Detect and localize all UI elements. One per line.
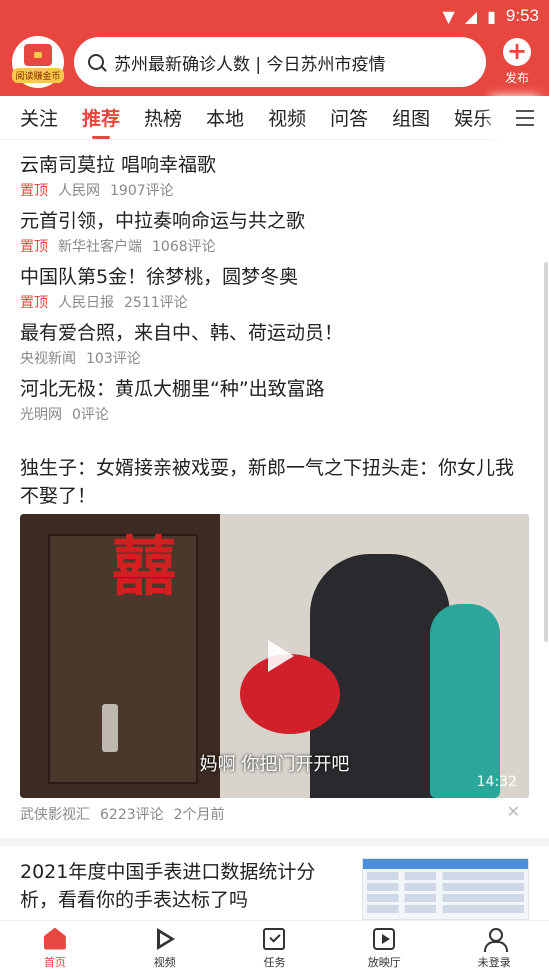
nav-label: 首页 <box>43 955 66 969</box>
nav-home[interactable]: 首页 <box>0 921 110 976</box>
status-bar: ▼ ◢ ▮ 9:53 <box>442 4 539 28</box>
video-meta: 武侠影视汇 6223评论 2个月前 ✕ <box>20 802 530 824</box>
publish-button[interactable]: + 发布 <box>497 38 537 86</box>
tab-entertainment[interactable]: 娱乐 <box>454 104 492 131</box>
cinema-icon <box>373 927 396 950</box>
news-title: 云南司莫拉 唱响幸福歌 <box>20 154 217 176</box>
dismiss-icon[interactable]: ✕ <box>507 802 520 821</box>
news-comments: 0评论 <box>72 407 109 423</box>
tab-follow[interactable]: 关注 <box>20 104 58 131</box>
list-item[interactable]: 河北无极：黄瓜大棚里“种”出致富路 光明网 0评论 <box>20 376 530 424</box>
pinned-badge: 置顶 <box>20 239 48 255</box>
tab-gallery[interactable]: 组图 <box>392 104 430 131</box>
list-item[interactable]: 中国队第5金！徐梦桃，圆梦冬奥 置顶 人民日报 2511评论 <box>20 264 530 312</box>
tab-local[interactable]: 本地 <box>206 104 244 131</box>
publish-label: 发布 <box>504 71 529 85</box>
news-source: 人民网 <box>58 183 100 199</box>
tab-recommend[interactable]: 推荐 <box>82 104 120 139</box>
nav-label: 未登录 <box>477 955 511 969</box>
nav-cinema[interactable]: 放映厅 <box>329 921 439 976</box>
article-thumbnail[interactable] <box>362 858 529 920</box>
nav-label: 任务 <box>263 955 286 969</box>
news-source: 央视新闻 <box>20 351 76 367</box>
news-comments: 2511评论 <box>124 295 188 311</box>
divider <box>0 838 549 846</box>
battery-icon: ▮ <box>487 6 496 26</box>
signal-icon: ◢ <box>464 6 478 26</box>
nav-label: 放映厅 <box>367 955 401 969</box>
news-source: 新华社客户端 <box>58 239 142 255</box>
scrollbar[interactable] <box>544 262 548 642</box>
news-title: 最有爱合照，来自中、韩、荷运动员！ <box>20 322 344 344</box>
list-item[interactable]: 最有爱合照，来自中、韩、荷运动员！ 央视新闻 103评论 <box>20 320 530 368</box>
status-time: 9:53 <box>505 6 539 25</box>
tab-hot[interactable]: 热榜 <box>144 104 182 131</box>
list-item[interactable]: 云南司莫拉 唱响幸福歌 置顶 人民网 1907评论 <box>20 152 530 200</box>
video-subtitle: 妈啊 你把门开开吧 <box>199 754 350 775</box>
wifi-icon: ▼ <box>442 6 455 26</box>
news-meta: 置顶 新华社客户端 1068评论 <box>20 236 530 256</box>
header-bar: ▼ ◢ ▮ 9:53 阅读赚金币 苏州最新确诊人数 | 今日苏州市疫情 + 发布 <box>0 0 549 96</box>
tab-qa[interactable]: 问答 <box>330 104 368 131</box>
logo-label: 阅读赚金币 <box>12 67 64 83</box>
task-checklist-icon <box>263 927 286 950</box>
news-meta: 光明网 0评论 <box>20 404 530 424</box>
xi-character: 囍 <box>112 531 176 605</box>
pinned-badge: 置顶 <box>20 295 48 311</box>
article-title[interactable]: 2021年度中国手表进口数据统计分析，看看你的手表达标了吗 <box>20 858 350 914</box>
news-title: 河北无极：黄瓜大棚里“种”出致富路 <box>20 378 325 400</box>
channel-tabs: 关注 推荐 热榜 本地 视频 问答 组图 娱乐 <box>0 96 549 140</box>
reward-logo-button[interactable]: 阅读赚金币 <box>12 36 64 88</box>
user-icon <box>483 927 509 952</box>
pinned-badge: 置顶 <box>20 183 48 199</box>
door-handle <box>102 704 118 752</box>
video-duration: 14:32 <box>476 774 517 790</box>
play-outline-icon <box>154 927 176 950</box>
video-player[interactable]: 囍 妈啊 你把门开开吧 14:32 <box>20 514 529 798</box>
nav-profile[interactable]: 未登录 <box>439 921 549 976</box>
channel-menu-icon[interactable] <box>501 96 549 140</box>
app-root: ▼ ◢ ▮ 9:53 阅读赚金币 苏州最新确诊人数 | 今日苏州市疫情 + 发布… <box>0 0 549 976</box>
search-hint: 苏州最新确诊人数 | 今日苏州市疫情 <box>114 54 386 75</box>
news-title: 元首引领，中拉奏响命运与共之歌 <box>20 210 306 232</box>
video-time: 2个月前 <box>173 807 225 823</box>
bottom-nav: 首页 视频 任务 放映厅 未登录 <box>0 920 549 976</box>
video-comments: 6223评论 <box>100 807 164 823</box>
play-icon[interactable] <box>258 636 298 676</box>
home-icon <box>43 927 66 950</box>
search-icon <box>88 54 104 70</box>
nav-video[interactable]: 视频 <box>110 921 220 976</box>
news-meta: 置顶 人民日报 2511评论 <box>20 292 530 312</box>
plus-icon: + <box>503 38 531 66</box>
news-title: 中国队第5金！徐梦桃，圆梦冬奥 <box>20 266 299 288</box>
treasure-chest-icon <box>24 43 52 66</box>
search-bar[interactable]: 苏州最新确诊人数 | 今日苏州市疫情 <box>74 37 486 87</box>
nav-label: 视频 <box>153 955 176 969</box>
news-meta: 置顶 人民网 1907评论 <box>20 180 530 200</box>
list-item[interactable]: 元首引领，中拉奏响命运与共之歌 置顶 新华社客户端 1068评论 <box>20 208 530 256</box>
video-post-title[interactable]: 独生子：女婿接亲被戏耍，新郎一气之下扭头走：你女儿我不娶了！ <box>20 454 532 510</box>
news-meta: 央视新闻 103评论 <box>20 348 530 368</box>
tab-video[interactable]: 视频 <box>268 104 306 131</box>
news-comments: 1907评论 <box>110 183 174 199</box>
nav-tasks[interactable]: 任务 <box>220 921 330 976</box>
news-source: 光明网 <box>20 407 62 423</box>
news-comments: 103评论 <box>86 351 141 367</box>
video-source: 武侠影视汇 <box>20 807 90 823</box>
news-source: 人民日报 <box>58 295 114 311</box>
news-comments: 1068评论 <box>152 239 216 255</box>
